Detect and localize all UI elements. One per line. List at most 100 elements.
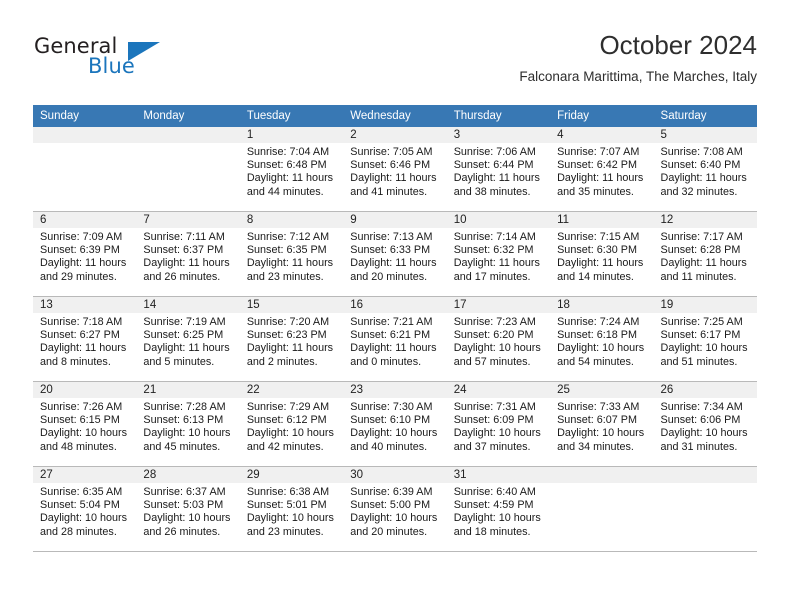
sunrise-text: Sunrise: 6:40 AM [453,486,536,498]
sunrise-text: Sunrise: 7:24 AM [557,316,640,328]
calendar-day-cell[interactable]: 9 Sunrise: 7:13 AM Sunset: 6:33 PM Daylight… [343,211,447,297]
calendar-day-cell[interactable]: 17 Sunrise: 7:23 AM Sunset: 6:20 PM Dayligh… [446,296,551,382]
calendar-day-cell[interactable]: 27 Sunrise: 6:35 AM Sunset: 5:04 PM Dayligh… [33,466,137,552]
day-number: 25 [550,382,654,398]
day-cell-inner: 17 Sunrise: 7:23 AM Sunset: 6:20 PM Dayligh… [446,297,551,381]
day-cell-inner: 12 Sunrise: 7:17 AM Sunset: 6:28 PM Dayligh… [653,212,757,296]
day-cell-inner [550,467,654,551]
daylight-text-line2: and 32 minutes. [660,185,738,198]
calendar-day-cell[interactable]: 25 Sunrise: 7:33 AM Sunset: 6:07 PM Dayligh… [550,381,654,467]
day-cell-inner: 18 Sunrise: 7:24 AM Sunset: 6:18 PM Dayligh… [550,297,654,381]
calendar-day-cell[interactable]: 3 Sunrise: 7:06 AM Sunset: 6:44 PM Daylight… [446,127,551,212]
calendar-day-cell[interactable]: 24 Sunrise: 7:31 AM Sunset: 6:09 PM Dayligh… [446,381,551,467]
weekday-header-saturday: Saturday [653,105,757,127]
day-sun-info: Sunrise: 7:18 AM Sunset: 6:27 PM Daylight:… [33,313,136,369]
day-number: 24 [446,382,551,398]
calendar-day-cell[interactable]: 22 Sunrise: 7:29 AM Sunset: 6:12 PM Dayligh… [239,381,344,467]
calendar-day-cell[interactable]: 29 Sunrise: 6:38 AM Sunset: 5:01 PM Dayligh… [239,466,344,552]
sunrise-text: Sunrise: 6:38 AM [246,486,330,498]
daylight-text-line1: Daylight: 10 hours [40,512,128,525]
calendar-day-cell[interactable]: 31 Sunrise: 6:40 AM Sunset: 4:59 PM Dayligh… [446,466,551,552]
weekday-header-friday: Friday [550,105,654,127]
daylight-text-line1: Daylight: 11 hours [40,342,127,355]
day-cell-inner: 22 Sunrise: 7:29 AM Sunset: 6:12 PM Dayligh… [239,382,344,466]
sunrise-text: Sunrise: 7:09 AM [40,231,123,243]
weekday-header-wednesday: Wednesday [343,105,447,127]
daylight-text-line1: Daylight: 10 hours [350,512,438,525]
calendar-day-cell[interactable]: 4 Sunrise: 7:07 AM Sunset: 6:42 PM Daylight… [550,127,654,212]
calendar-day-cell[interactable]: 30 Sunrise: 6:39 AM Sunset: 5:00 PM Dayligh… [343,466,447,552]
calendar-day-cell[interactable]: 28 Sunrise: 6:37 AM Sunset: 5:03 PM Dayligh… [136,466,240,552]
day-cell-inner: 23 Sunrise: 7:30 AM Sunset: 6:10 PM Dayligh… [343,382,447,466]
daylight-text-line2: and 44 minutes. [246,185,324,198]
day-cell-inner: 13 Sunrise: 7:18 AM Sunset: 6:27 PM Dayligh… [33,297,137,381]
calendar-day-cell[interactable]: 16 Sunrise: 7:21 AM Sunset: 6:21 PM Dayligh… [343,296,447,382]
day-cell-inner: 8 Sunrise: 7:12 AM Sunset: 6:35 PM Daylight… [239,212,344,296]
calendar-day-cell[interactable]: 26 Sunrise: 7:34 AM Sunset: 6:06 PM Dayligh… [653,381,757,467]
sunset-text: Sunset: 6:21 PM [350,329,431,342]
day-cell-inner: 27 Sunrise: 6:35 AM Sunset: 5:04 PM Dayligh… [33,467,137,551]
general-blue-logo[interactable]: General Blue [34,34,214,82]
daylight-text-line2: and 8 minutes. [40,355,111,368]
sunrise-text: Sunrise: 7:28 AM [143,401,226,413]
calendar-day-cell[interactable]: 14 Sunrise: 7:19 AM Sunset: 6:25 PM Dayligh… [136,296,240,382]
day-cell-inner: 28 Sunrise: 6:37 AM Sunset: 5:03 PM Dayligh… [136,467,240,551]
sunset-text: Sunset: 6:23 PM [246,329,327,342]
calendar-day-cell[interactable]: 13 Sunrise: 7:18 AM Sunset: 6:27 PM Dayligh… [33,296,137,382]
weekday-header-tuesday: Tuesday [239,105,344,127]
sunset-text: Sunset: 6:25 PM [143,329,224,342]
daylight-text-line2: and 35 minutes. [557,185,634,198]
sunrise-text: Sunrise: 7:21 AM [350,316,433,328]
day-sun-info: Sunrise: 7:30 AM Sunset: 6:10 PM Daylight:… [343,398,446,454]
sunrise-text: Sunrise: 6:39 AM [350,486,433,498]
daylight-text-line2: and 41 minutes. [350,185,428,198]
sunset-text: Sunset: 6:13 PM [143,414,224,427]
day-number: 16 [343,297,447,313]
day-cell-inner: 14 Sunrise: 7:19 AM Sunset: 6:25 PM Dayligh… [136,297,240,381]
daylight-text-line2: and 23 minutes. [246,525,324,538]
day-cell-inner: 15 Sunrise: 7:20 AM Sunset: 6:23 PM Dayligh… [239,297,344,381]
day-number: 13 [33,297,137,313]
day-sun-info [654,483,757,486]
day-sun-info: Sunrise: 7:13 AM Sunset: 6:33 PM Daylight:… [343,228,446,284]
calendar-day-cell[interactable]: 5 Sunrise: 7:08 AM Sunset: 6:40 PM Daylight… [653,127,757,212]
day-number: 17 [446,297,551,313]
daylight-text-line2: and 18 minutes. [453,525,531,538]
sunrise-text: Sunrise: 7:08 AM [660,146,743,158]
day-cell-inner: 1 Sunrise: 7:04 AM Sunset: 6:48 PM Daylight… [239,127,344,211]
calendar-day-cell[interactable]: 11 Sunrise: 7:15 AM Sunset: 6:30 PM Dayligh… [550,211,654,297]
calendar-day-cell[interactable]: 2 Sunrise: 7:05 AM Sunset: 6:46 PM Daylight… [343,127,447,212]
daylight-text-line1: Daylight: 10 hours [246,427,334,440]
calendar-day-cell-empty [653,466,757,552]
day-cell-inner: 6 Sunrise: 7:09 AM Sunset: 6:39 PM Daylight… [33,212,137,296]
sunrise-text: Sunrise: 7:19 AM [143,316,226,328]
day-number: 8 [239,212,344,228]
day-cell-inner: 4 Sunrise: 7:07 AM Sunset: 6:42 PM Daylight… [550,127,654,211]
calendar-day-cell[interactable]: 12 Sunrise: 7:17 AM Sunset: 6:28 PM Dayligh… [653,211,757,297]
sunrise-text: Sunrise: 7:26 AM [40,401,123,413]
calendar-day-cell[interactable]: 6 Sunrise: 7:09 AM Sunset: 6:39 PM Daylight… [33,211,137,297]
calendar-day-cell[interactable]: 7 Sunrise: 7:11 AM Sunset: 6:37 PM Daylight… [136,211,240,297]
calendar-day-cell[interactable]: 18 Sunrise: 7:24 AM Sunset: 6:18 PM Dayligh… [550,296,654,382]
day-number: 19 [653,297,757,313]
day-number: 10 [446,212,551,228]
calendar-day-cell[interactable]: 23 Sunrise: 7:30 AM Sunset: 6:10 PM Dayligh… [343,381,447,467]
calendar-day-cell[interactable]: 10 Sunrise: 7:14 AM Sunset: 6:32 PM Dayligh… [446,211,551,297]
day-sun-info [136,143,239,146]
calendar-day-cell[interactable]: 20 Sunrise: 7:26 AM Sunset: 6:15 PM Dayligh… [33,381,137,467]
calendar-day-cell[interactable]: 1 Sunrise: 7:04 AM Sunset: 6:48 PM Daylight… [239,127,344,212]
calendar-day-cell[interactable]: 19 Sunrise: 7:25 AM Sunset: 6:17 PM Dayligh… [653,296,757,382]
calendar-week-row: 13 Sunrise: 7:18 AM Sunset: 6:27 PM Dayligh… [33,296,757,382]
calendar-day-cell[interactable]: 8 Sunrise: 7:12 AM Sunset: 6:35 PM Daylight… [239,211,344,297]
calendar-day-cell[interactable]: 21 Sunrise: 7:28 AM Sunset: 6:13 PM Dayligh… [136,381,240,467]
daylight-text-line1: Daylight: 11 hours [40,257,127,270]
sunrise-text: Sunrise: 7:29 AM [246,401,330,413]
sunset-text: Sunset: 6:40 PM [660,159,741,172]
calendar-day-cell[interactable]: 15 Sunrise: 7:20 AM Sunset: 6:23 PM Dayligh… [239,296,344,382]
day-cell-inner: 30 Sunrise: 6:39 AM Sunset: 5:00 PM Dayligh… [343,467,447,551]
page-subtitle: Falconara Marittima, The Marches, Italy [519,69,757,84]
sunrise-text: Sunrise: 7:04 AM [246,146,330,158]
sunset-text: Sunset: 6:10 PM [350,414,431,427]
daylight-text-line1: Daylight: 10 hours [453,512,541,525]
daylight-text-line2: and 31 minutes. [660,440,738,453]
